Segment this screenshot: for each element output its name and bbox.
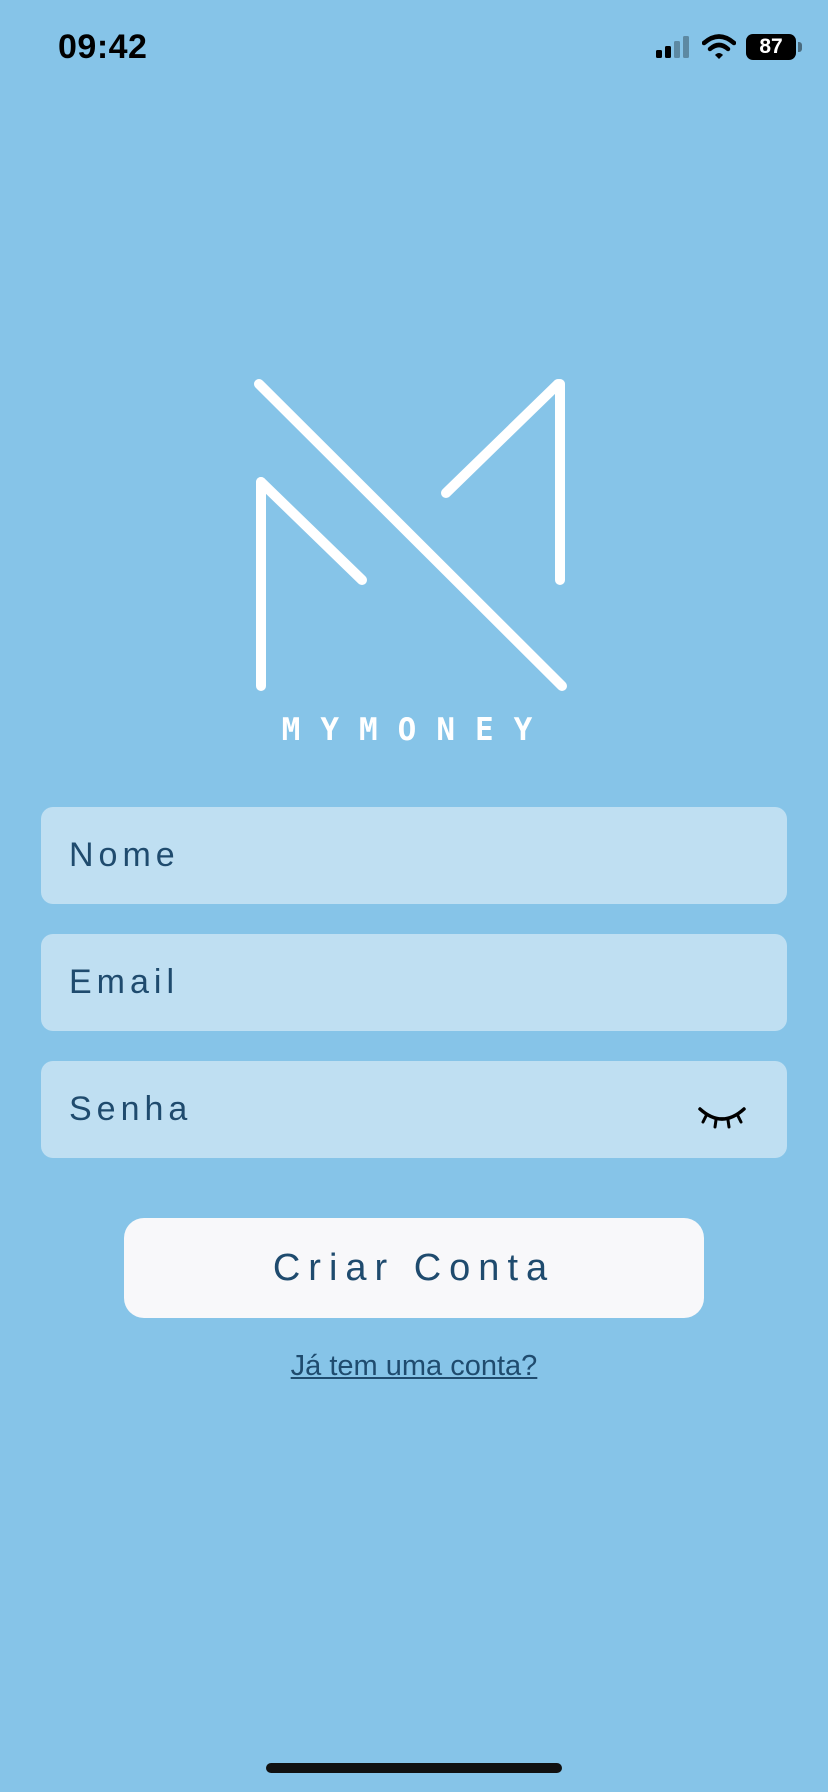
battery-level: 87 (759, 35, 783, 58)
email-field[interactable] (41, 934, 787, 1031)
logo-wordmark: MYMONEY (281, 712, 553, 748)
status-bar: 09:42 87 (0, 0, 828, 100)
status-time: 09:42 (58, 28, 148, 66)
mymoney-logo-icon (254, 379, 567, 691)
create-account-button[interactable]: Criar Conta (124, 1218, 704, 1318)
password-field[interactable] (41, 1061, 787, 1158)
name-input[interactable] (69, 807, 689, 904)
battery-icon: 87 (746, 34, 802, 60)
name-field[interactable] (41, 807, 787, 904)
password-input[interactable] (69, 1061, 689, 1158)
wifi-icon (702, 34, 736, 59)
home-indicator[interactable] (266, 1763, 562, 1773)
app-logo: MYMONEY (240, 366, 580, 756)
status-icons: 87 (656, 34, 802, 60)
cellular-signal-icon (656, 36, 689, 58)
eye-closed-icon[interactable] (697, 1105, 747, 1137)
battery-cap (798, 42, 802, 52)
login-link[interactable]: Já tem uma conta? (0, 1350, 828, 1383)
email-input[interactable] (69, 934, 689, 1031)
